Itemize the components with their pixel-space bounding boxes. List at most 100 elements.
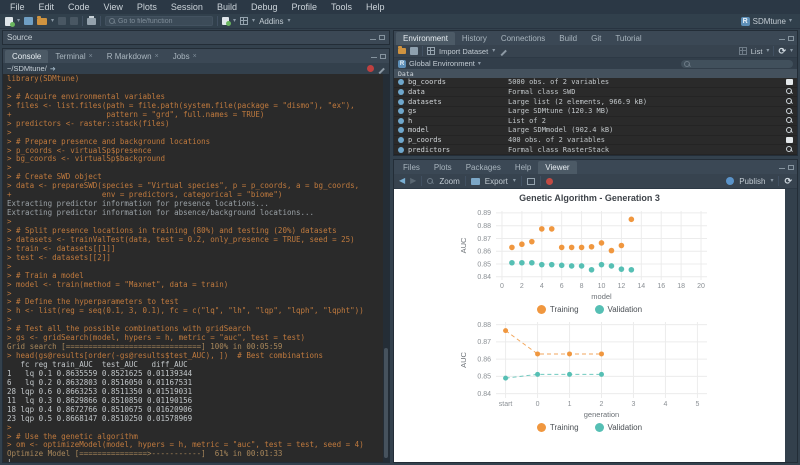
environment-variable-row[interactable]: dataFormal class SWD	[394, 88, 797, 98]
print-icon[interactable]	[87, 18, 96, 25]
open-file-caret-icon[interactable]: ▾	[51, 18, 54, 24]
list-view-icon[interactable]	[739, 47, 747, 55]
new-project-icon[interactable]	[24, 17, 33, 25]
menu-session[interactable]: Session	[164, 0, 210, 14]
tab-plots[interactable]: Plots	[427, 161, 459, 174]
inspect-icon[interactable]	[786, 98, 793, 105]
zoom-icon[interactable]	[427, 178, 434, 185]
forward-icon[interactable]: ▶	[410, 177, 416, 185]
console-scrollbar[interactable]	[383, 74, 389, 462]
menu-help[interactable]: Help	[359, 0, 392, 14]
menu-code[interactable]: Code	[61, 0, 97, 14]
zoom-button[interactable]: Zoom	[439, 177, 459, 186]
tab-terminal[interactable]: Terminal×	[48, 50, 99, 63]
goto-directory-icon[interactable]: ➜	[50, 65, 56, 73]
view-table-icon[interactable]	[786, 79, 793, 85]
tab-viewer[interactable]: Viewer	[538, 161, 576, 174]
scope-caret-icon[interactable]: ▾	[478, 61, 481, 67]
environment-variable-row[interactable]: gsLarge SDMtune (120.3 MB)	[394, 107, 797, 117]
remove-plot-icon[interactable]	[546, 178, 553, 185]
list-view-button[interactable]: List	[751, 47, 763, 56]
minimize-icon[interactable]	[370, 39, 376, 40]
tab-tutorial[interactable]: Tutorial	[608, 32, 648, 45]
tab-console[interactable]: Console	[5, 50, 48, 63]
tab-packages[interactable]: Packages	[459, 161, 508, 174]
tab-help[interactable]: Help	[508, 161, 538, 174]
export-button[interactable]: Export	[485, 177, 508, 186]
view-table-icon[interactable]	[786, 137, 793, 143]
clear-environment-icon[interactable]	[499, 47, 507, 55]
minimize-icon[interactable]	[779, 168, 785, 169]
console-scrollbar-thumb[interactable]	[384, 348, 388, 458]
menu-file[interactable]: File	[3, 0, 32, 14]
tab-environment[interactable]: Environment	[396, 32, 455, 45]
menu-view[interactable]: View	[97, 0, 130, 14]
import-dataset-caret-icon[interactable]: ▾	[492, 48, 495, 54]
tab-build[interactable]: Build	[552, 32, 584, 45]
workspace-icon[interactable]	[222, 17, 229, 25]
minimize-icon[interactable]	[779, 39, 785, 40]
menu-debug[interactable]: Debug	[244, 0, 285, 14]
addins-button[interactable]: Addins	[259, 17, 283, 26]
addins-grid-icon[interactable]	[240, 17, 248, 25]
environment-variable-row[interactable]: p_coords400 obs. of 2 variables	[394, 136, 797, 146]
export-caret-icon[interactable]: ▾	[513, 178, 516, 184]
stop-icon[interactable]	[367, 65, 374, 72]
maximize-icon[interactable]	[788, 165, 794, 170]
tab-history[interactable]: History	[455, 32, 494, 45]
addins-caret-icon[interactable]: ▾	[288, 18, 291, 24]
clear-console-icon[interactable]	[377, 65, 385, 73]
new-file-icon[interactable]	[5, 17, 13, 26]
tab-files[interactable]: Files	[396, 161, 427, 174]
inspect-icon[interactable]	[786, 108, 793, 115]
maximize-icon[interactable]	[380, 54, 386, 59]
save-workspace-icon[interactable]	[410, 47, 418, 55]
tab-git[interactable]: Git	[584, 32, 608, 45]
maximize-icon[interactable]	[788, 36, 794, 41]
tab-connections[interactable]: Connections	[494, 32, 552, 45]
tab-r-markdown[interactable]: R Markdown×	[100, 50, 166, 63]
environment-variable-row[interactable]: datasetsLarge list (2 elements, 966.9 kB…	[394, 97, 797, 107]
open-file-icon[interactable]	[37, 18, 47, 25]
inspect-icon[interactable]	[786, 127, 793, 134]
new-window-icon[interactable]	[527, 178, 535, 185]
workspace-caret-icon[interactable]: ▾	[233, 18, 236, 24]
menu-build[interactable]: Build	[210, 0, 244, 14]
chart-title: Genetic Algorithm - Generation 3	[394, 192, 785, 205]
minimize-icon[interactable]	[371, 57, 377, 58]
menu-edit[interactable]: Edit	[32, 0, 62, 14]
environment-variable-row[interactable]: bg_coords5000 obs. of 2 variables	[394, 78, 797, 88]
load-workspace-icon[interactable]	[398, 48, 406, 54]
import-dataset-button[interactable]: Import Dataset	[439, 47, 488, 56]
refresh-caret-icon[interactable]: ▾	[790, 48, 793, 54]
environment-search-input[interactable]	[681, 60, 793, 68]
new-file-caret-icon[interactable]: ▾	[17, 18, 20, 24]
tab-jobs[interactable]: Jobs×	[166, 50, 204, 63]
viewer-refresh-icon[interactable]: ⟳	[784, 177, 792, 186]
list-view-caret-icon[interactable]: ▾	[766, 48, 769, 54]
goto-file-input[interactable]: Go to file/function	[105, 16, 213, 26]
maximize-icon[interactable]	[379, 35, 385, 40]
environment-variable-row[interactable]: hList of 2	[394, 117, 797, 127]
import-dataset-icon[interactable]	[427, 47, 435, 55]
menu-tools[interactable]: Tools	[324, 0, 359, 14]
inspect-icon[interactable]	[786, 117, 793, 124]
project-selector[interactable]: R SDMtune ▾	[741, 17, 795, 26]
back-icon[interactable]: ◀	[399, 177, 405, 185]
environment-variable-row[interactable]: predictorsFormal class RasterStack	[394, 145, 797, 155]
close-icon[interactable]: ×	[89, 53, 93, 60]
save-all-icon[interactable]	[70, 17, 78, 25]
environment-variable-row[interactable]: modelLarge SDMmodel (902.4 kB)	[394, 126, 797, 136]
publish-button[interactable]: Publish	[739, 177, 765, 186]
console-output[interactable]: library(SDMtune)>> # Acquire environment…	[3, 74, 389, 462]
refresh-icon[interactable]: ⟳	[778, 47, 786, 56]
publish-caret-icon[interactable]: ▾	[770, 178, 773, 184]
close-icon[interactable]: ×	[155, 53, 159, 60]
menu-profile[interactable]: Profile	[285, 0, 325, 14]
close-icon[interactable]: ×	[193, 53, 197, 60]
environment-scope-select[interactable]: Global Environment	[409, 59, 475, 68]
menu-plots[interactable]: Plots	[130, 0, 164, 14]
inspect-icon[interactable]	[786, 88, 793, 95]
save-icon[interactable]	[58, 17, 66, 25]
inspect-icon[interactable]	[786, 146, 793, 153]
